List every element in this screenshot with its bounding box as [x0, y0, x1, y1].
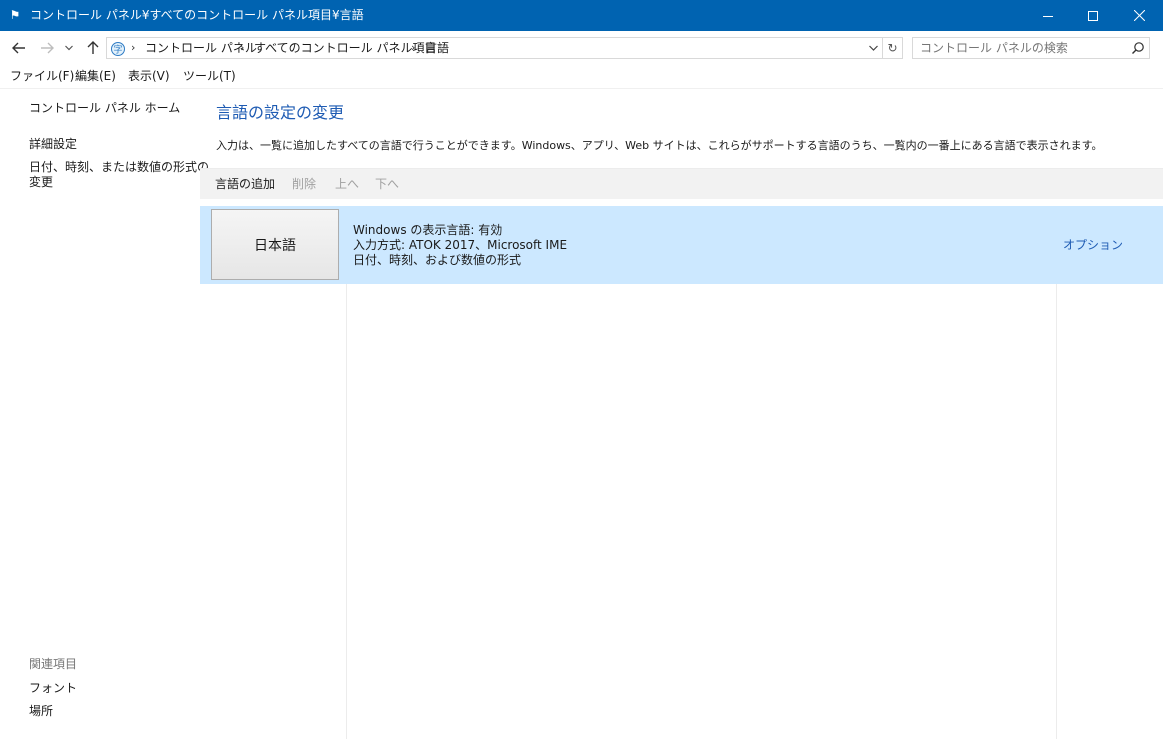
language-options-link[interactable]: オプション [1063, 238, 1123, 253]
close-icon [1133, 10, 1145, 21]
chevron-down-icon [65, 45, 73, 51]
search-icon[interactable] [1131, 41, 1145, 55]
breadcrumb-language[interactable]: 言語 [425, 41, 449, 55]
page-description: 入力は、一覧に追加したすべての言語で行うことができます。Windows、アプリ、… [216, 139, 1103, 152]
sidebar-location[interactable]: 場所 [29, 704, 53, 719]
breadcrumb-all-items[interactable]: すべてのコントロール パネル項目 [254, 41, 437, 55]
main-content: 言語の設定の変更 入力は、一覧に追加したすべての言語で行うことができます。Win… [200, 88, 1163, 739]
control-panel-language-icon: ⚑ [9, 8, 21, 22]
sidebar-control-panel-home[interactable]: コントロール パネル ホーム [29, 101, 180, 116]
language-icon: 字 [111, 42, 125, 56]
up-arrow-icon [87, 41, 99, 54]
related-items-heading: 関連項目 [29, 657, 78, 671]
address-bar-row: 字 › コントロール パネル › すべてのコントロール パネル項目 › 言語 ↻ [0, 31, 1163, 64]
minimize-icon [1043, 15, 1053, 17]
menu-view[interactable]: 表示(V) [128, 69, 170, 83]
menu-tools[interactable]: ツール(T) [183, 69, 236, 83]
window-title: コントロール パネル¥すべてのコントロール パネル項目¥言語 [30, 8, 364, 22]
column-divider [1056, 206, 1057, 739]
language-name-button[interactable]: 日本語 [211, 209, 339, 280]
maximize-button[interactable] [1070, 0, 1116, 31]
recent-locations-button[interactable] [63, 39, 75, 57]
sidebar-change-date-time-formats[interactable]: 日付、時刻、または数値の形式の 変更 [29, 160, 209, 190]
language-display-status: Windows の表示言語: 有効 [353, 223, 503, 237]
close-button[interactable] [1116, 0, 1162, 31]
language-details: Windows の表示言語: 有効 入力方式: ATOK 2017、Micros… [353, 223, 567, 268]
breadcrumb-separator[interactable]: › [240, 41, 244, 55]
minimize-button[interactable] [1025, 0, 1071, 31]
remove-language-button[interactable]: 削除 [292, 177, 316, 191]
forward-button[interactable] [38, 39, 56, 57]
language-row[interactable]: 日本語 Windows の表示言語: 有効 入力方式: ATOK 2017、Mi… [200, 206, 1163, 284]
sidebar: コントロール パネル ホーム 詳細設定 日付、時刻、または数値の形式の 変更 関… [0, 88, 209, 739]
forward-arrow-icon [41, 42, 54, 54]
back-arrow-icon [12, 42, 25, 54]
refresh-button[interactable]: ↻ [883, 37, 903, 59]
sidebar-link-line: 変更 [29, 175, 54, 189]
language-input-method: 入力方式: ATOK 2017、Microsoft IME [353, 238, 568, 252]
refresh-icon: ↻ [887, 41, 898, 55]
menu-file[interactable]: ファイル(F) [10, 69, 74, 83]
add-language-button[interactable]: 言語の追加 [215, 177, 275, 191]
sidebar-advanced-settings[interactable]: 詳細設定 [29, 137, 77, 152]
menu-edit[interactable]: 編集(E) [75, 69, 116, 83]
back-button[interactable] [10, 39, 28, 57]
breadcrumb-separator[interactable]: › [131, 41, 135, 55]
search-input[interactable] [913, 38, 1130, 58]
language-toolbar: 言語の追加 削除 上へ 下へ [200, 168, 1163, 199]
column-divider [346, 206, 347, 739]
language-formats: 日付、時刻、および数値の形式 [353, 253, 522, 267]
sidebar-link-line: 日付、時刻、または数値の形式の [29, 160, 210, 174]
maximize-icon [1088, 10, 1098, 21]
move-down-button[interactable]: 下へ [375, 177, 399, 191]
svg-text:字: 字 [113, 44, 122, 56]
search-box[interactable] [912, 37, 1150, 59]
breadcrumb-separator[interactable]: › [411, 41, 415, 55]
language-name: 日本語 [254, 237, 296, 254]
sidebar-fonts[interactable]: フォント [29, 681, 77, 696]
title-bar: ⚑ コントロール パネル¥すべてのコントロール パネル項目¥言語 [0, 0, 1163, 31]
menu-bar: ファイル(F) 編集(E) 表示(V) ツール(T) [0, 64, 1163, 89]
address-box[interactable]: 字 › コントロール パネル › すべてのコントロール パネル項目 › 言語 [106, 37, 883, 59]
address-dropdown-button[interactable] [864, 38, 882, 58]
move-up-button[interactable]: 上へ [335, 177, 359, 191]
up-button[interactable] [84, 39, 102, 57]
chevron-down-icon [868, 45, 878, 51]
page-title: 言語の設定の変更 [216, 103, 345, 122]
